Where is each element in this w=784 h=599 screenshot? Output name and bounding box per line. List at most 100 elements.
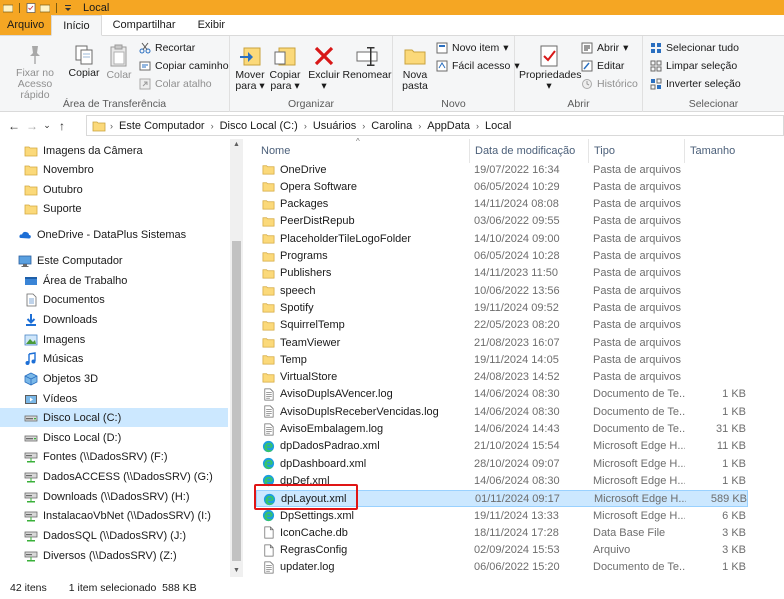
back-arrow-icon[interactable]: ← bbox=[5, 119, 23, 133]
sidebar-item-videos[interactable]: Vídeos bbox=[0, 389, 228, 408]
select-all-button[interactable]: Selecionar tudo bbox=[650, 42, 739, 54]
breadcrumb-separator-icon[interactable]: › bbox=[304, 121, 307, 131]
clipboard-group: Fixar no Acesso rápido Copiar Colar Reco… bbox=[0, 36, 230, 112]
paste-button[interactable]: Colar bbox=[104, 44, 134, 81]
table-row[interactable]: speech 10/06/2022 13:56 Pasta de arquivos bbox=[256, 282, 748, 299]
table-row[interactable]: AvisoDuplsAVencer.log 14/06/2024 08:30 Doc… bbox=[256, 386, 748, 403]
new-folder-icon[interactable] bbox=[40, 3, 50, 13]
sidebar-item-downloads-dadossrv-h[interactable]: Downloads (\\DadosSRV) (H:) bbox=[0, 487, 228, 506]
breadcrumb-separator-icon[interactable]: › bbox=[362, 121, 365, 131]
sidebar-item-imagens-da-camera[interactable]: Imagens da Câmera bbox=[0, 141, 228, 160]
table-row[interactable]: Temp 19/11/2024 14:05 Pasta de arquivos bbox=[256, 351, 748, 368]
sidebar-item-fontes-dadossrv-f[interactable]: Fontes (\\DadosSRV) (F:) bbox=[0, 447, 228, 466]
table-row[interactable]: updater.log 06/06/2022 15:20 Documento de … bbox=[256, 559, 748, 576]
breadcrumb-disco-local[interactable]: Disco Local (C:) bbox=[220, 120, 298, 132]
easy-access-button[interactable]: Fácil acesso ▾ bbox=[436, 60, 520, 72]
table-row[interactable]: AvisoEmbalagem.log 14/06/2024 14:43 Docume… bbox=[256, 421, 748, 438]
sidebar-item-imagens[interactable]: Imagens bbox=[0, 330, 228, 349]
tab-exibir[interactable]: Exibir bbox=[187, 15, 237, 35]
table-row[interactable]: TeamViewer 21/08/2023 16:07 Pasta de arqui… bbox=[256, 334, 748, 351]
sidebar-item-dadosaccess-dadossrv-g[interactable]: DadosACCESS (\\DadosSRV) (G:) bbox=[0, 467, 228, 486]
delete-button[interactable]: Excluir ▾ bbox=[306, 44, 342, 92]
chevron-down-icon[interactable] bbox=[63, 3, 73, 13]
breadcrumb-este-computador[interactable]: Este Computador bbox=[119, 120, 205, 132]
table-row[interactable]: dpDadosPadrao.xml 21/10/2024 15:54 Microso… bbox=[256, 438, 748, 455]
sidebar-item-downloads[interactable]: Downloads bbox=[0, 310, 228, 329]
address-bar[interactable]: › Este Computador › Disco Local (C:) › U… bbox=[86, 115, 784, 136]
tab-compartilhar[interactable]: Compartilhar bbox=[102, 15, 187, 35]
paste-shortcut-button[interactable]: Colar atalho bbox=[139, 78, 212, 90]
clear-selection-button[interactable]: Limpar seleção bbox=[650, 60, 737, 72]
breadcrumb-carolina[interactable]: Carolina bbox=[371, 120, 412, 132]
sidebar-item-dadossql-dadossrv-j[interactable]: DadosSQL (\\DadosSRV) (J:) bbox=[0, 526, 228, 545]
sidebar-item-novembro[interactable]: Novembro bbox=[0, 160, 228, 179]
breadcrumb-local[interactable]: Local bbox=[485, 120, 511, 132]
new-folder-button[interactable]: Nova pasta bbox=[397, 44, 433, 92]
copy-to-button[interactable]: Copiar para ▾ bbox=[268, 44, 302, 92]
table-row[interactable]: Packages 14/11/2024 08:08 Pasta de arquivo… bbox=[256, 196, 748, 213]
table-row[interactable]: SquirrelTemp 22/05/2023 08:20 Pasta de arq… bbox=[256, 317, 748, 334]
sidebar-item-documentos[interactable]: Documentos bbox=[0, 290, 228, 309]
column-name[interactable]: Nome bbox=[256, 139, 470, 163]
sidebar-item-disco-local-c[interactable]: Disco Local (C:) bbox=[0, 408, 228, 427]
scroll-up-icon[interactable]: ▲ bbox=[230, 139, 243, 151]
sidebar-item-disco-local-d[interactable]: Disco Local (D:) bbox=[0, 428, 228, 447]
sidebar-item-onedrive-dataplus-sistemas[interactable]: OneDrive - DataPlus Sistemas bbox=[0, 225, 228, 244]
properties-icon[interactable] bbox=[26, 2, 36, 13]
table-row[interactable]: RegrasConfig 02/09/2024 15:53 Arquivo 3 KB bbox=[256, 542, 748, 559]
copy-button[interactable]: Copiar bbox=[67, 44, 101, 79]
sidebar-item-suporte[interactable]: Suporte bbox=[0, 199, 228, 218]
history-button[interactable]: Histórico bbox=[581, 78, 638, 90]
sidebar-item-area-de-trabalho[interactable]: Área de Trabalho bbox=[0, 271, 228, 290]
sidebar-item-instalacaovbnet-dadossrv-i[interactable]: InstalacaoVbNet (\\DadosSRV) (I:) bbox=[0, 506, 228, 525]
file-type: Documento de Te... bbox=[593, 405, 685, 418]
nav-scrollbar[interactable]: ▲ ▼ bbox=[230, 139, 243, 577]
table-row[interactable]: PeerDistRepub 03/06/2022 09:55 Pasta de ar… bbox=[256, 213, 748, 230]
music-icon bbox=[25, 351, 36, 365]
copy-path-button[interactable]: Copiar caminho bbox=[139, 60, 229, 72]
tab-arquivo[interactable]: Arquivo bbox=[0, 15, 52, 35]
table-row[interactable]: PlaceholderTileLogoFolder 14/10/2024 09:0… bbox=[256, 230, 748, 247]
edit-button[interactable]: Editar bbox=[581, 60, 624, 72]
edit-label: Editar bbox=[597, 60, 625, 72]
sidebar-item-diversos-dadossrv-z[interactable]: Diversos (\\DadosSRV) (Z:) bbox=[0, 546, 228, 565]
table-row[interactable]: OneDrive 19/07/2022 16:34 Pasta de arquivo… bbox=[256, 161, 748, 178]
table-row[interactable]: Publishers 14/11/2023 11:50 Pasta de arqui… bbox=[256, 265, 748, 282]
up-arrow-icon[interactable]: ↑ bbox=[53, 119, 71, 133]
tab-inicio[interactable]: Início bbox=[51, 15, 102, 36]
file-type: Microsoft Edge H... bbox=[593, 509, 685, 522]
pin-quick-access-button[interactable]: Fixar no Acesso rápido bbox=[4, 44, 66, 101]
breadcrumb-separator-icon[interactable]: › bbox=[211, 121, 214, 131]
file-type: Arquivo bbox=[593, 544, 631, 557]
invert-selection-button[interactable]: Inverter seleção bbox=[650, 78, 741, 90]
new-item-button[interactable]: Novo item ▾ bbox=[436, 42, 509, 54]
forward-arrow-icon[interactable]: → bbox=[23, 119, 41, 133]
breadcrumb-appdata[interactable]: AppData bbox=[427, 120, 470, 132]
column-type[interactable]: Tipo bbox=[589, 139, 685, 163]
table-row[interactable]: dpDashboard.xml 28/10/2024 09:07 Microsoft… bbox=[256, 455, 748, 472]
sidebar-item-objetos-3d[interactable]: Objetos 3D bbox=[0, 369, 228, 388]
properties-button[interactable]: Propriedades ▾ bbox=[519, 44, 581, 92]
cut-button[interactable]: Recortar bbox=[139, 42, 195, 54]
table-row[interactable]: Opera Software 06/05/2024 10:29 Pasta de a… bbox=[256, 178, 748, 195]
nav-scroll-thumb[interactable] bbox=[232, 241, 241, 561]
recent-chevron-icon[interactable]: ⌄ bbox=[41, 120, 53, 131]
table-row[interactable]: AvisoDuplsReceberVencidas.log 14/06/2024 … bbox=[256, 403, 748, 420]
sidebar-item-musicas[interactable]: Músicas bbox=[0, 349, 228, 368]
breadcrumb-separator-icon[interactable]: › bbox=[476, 121, 479, 131]
sidebar-item-outubro[interactable]: Outubro bbox=[0, 180, 228, 199]
column-date[interactable]: Data de modificação bbox=[470, 139, 589, 163]
table-row[interactable]: IconCache.db 18/11/2024 17:28 Data Base Fi… bbox=[256, 524, 748, 541]
move-to-button[interactable]: Mover para ▾ bbox=[233, 44, 267, 92]
sidebar-item-este-computador[interactable]: Este Computador bbox=[0, 251, 228, 270]
column-size[interactable]: Tamanho bbox=[685, 139, 750, 163]
rename-button[interactable]: Renomear bbox=[342, 44, 392, 81]
table-row[interactable]: Programs 06/05/2024 10:28 Pasta de arquivo… bbox=[256, 248, 748, 265]
table-row[interactable]: Spotify 19/11/2024 09:52 Pasta de arquivos bbox=[256, 299, 748, 316]
scroll-down-icon[interactable]: ▼ bbox=[230, 565, 243, 577]
breadcrumb-usuarios[interactable]: Usuários bbox=[313, 120, 356, 132]
breadcrumb-separator-icon[interactable]: › bbox=[110, 121, 113, 131]
open-button[interactable]: Abrir ▾ bbox=[581, 42, 628, 54]
table-row[interactable]: VirtualStore 24/08/2023 14:52 Pasta de arq… bbox=[256, 369, 748, 386]
breadcrumb-separator-icon[interactable]: › bbox=[418, 121, 421, 131]
